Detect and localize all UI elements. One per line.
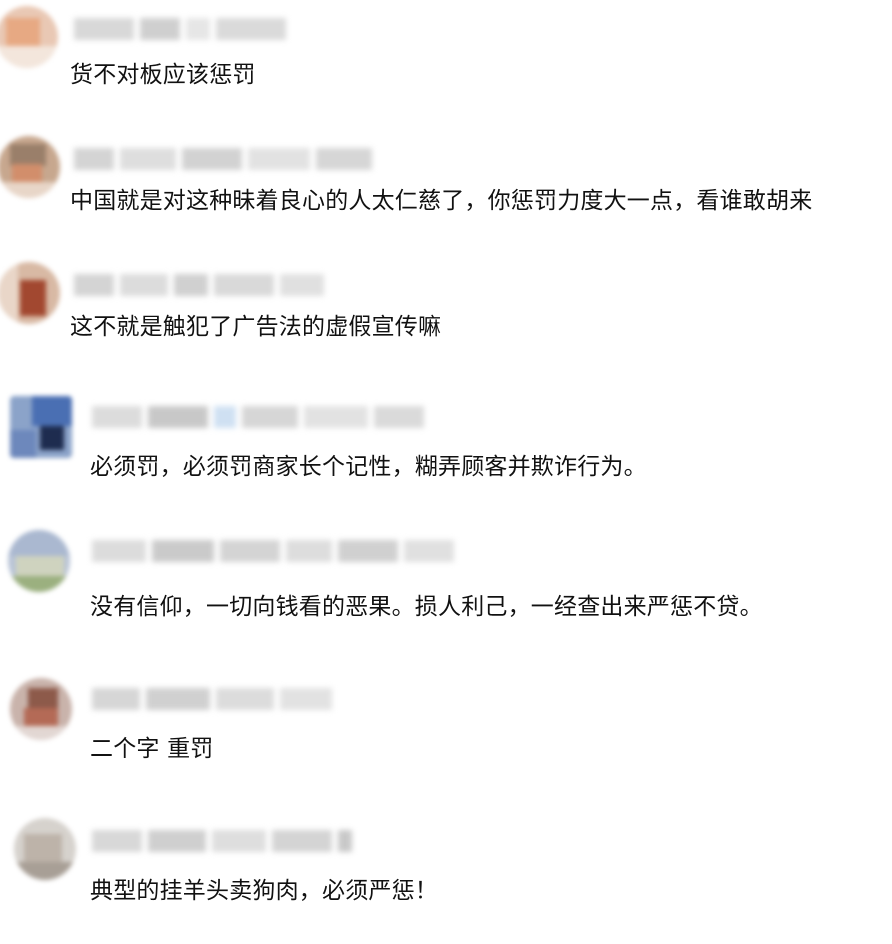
username-blurred[interactable]: [92, 830, 358, 852]
avatar[interactable]: [14, 818, 76, 880]
username-blurred[interactable]: [92, 540, 460, 562]
avatar[interactable]: [0, 136, 60, 198]
avatar[interactable]: [0, 262, 60, 324]
avatar[interactable]: [10, 396, 72, 458]
username-blurred[interactable]: [74, 274, 330, 296]
avatar[interactable]: [8, 530, 70, 592]
comment-text: 货不对板应该惩罚: [70, 62, 256, 88]
comment-text: 二个字 重罚: [90, 736, 214, 762]
username-blurred[interactable]: [74, 18, 292, 40]
comment-text: 中国就是对这种昧着良心的人太仁慈了，你惩罚力度大一点，看谁敢胡来: [70, 188, 813, 214]
avatar[interactable]: [10, 678, 72, 740]
comment-text: 必须罚，必须罚商家长个记性，糊弄顾客并欺诈行为。: [90, 454, 647, 480]
avatar[interactable]: [0, 6, 58, 68]
username-blurred[interactable]: [92, 406, 430, 428]
comment-text: 没有信仰，一切向钱看的恶果。损人利己，一经查出来严惩不贷。: [90, 594, 763, 620]
comment-text: 这不就是触犯了广告法的虚假宣传嘛: [70, 314, 442, 340]
username-blurred[interactable]: [74, 148, 378, 170]
comment-text: 典型的挂羊头卖狗肉，必须严惩！: [90, 878, 438, 904]
username-blurred[interactable]: [92, 688, 338, 710]
